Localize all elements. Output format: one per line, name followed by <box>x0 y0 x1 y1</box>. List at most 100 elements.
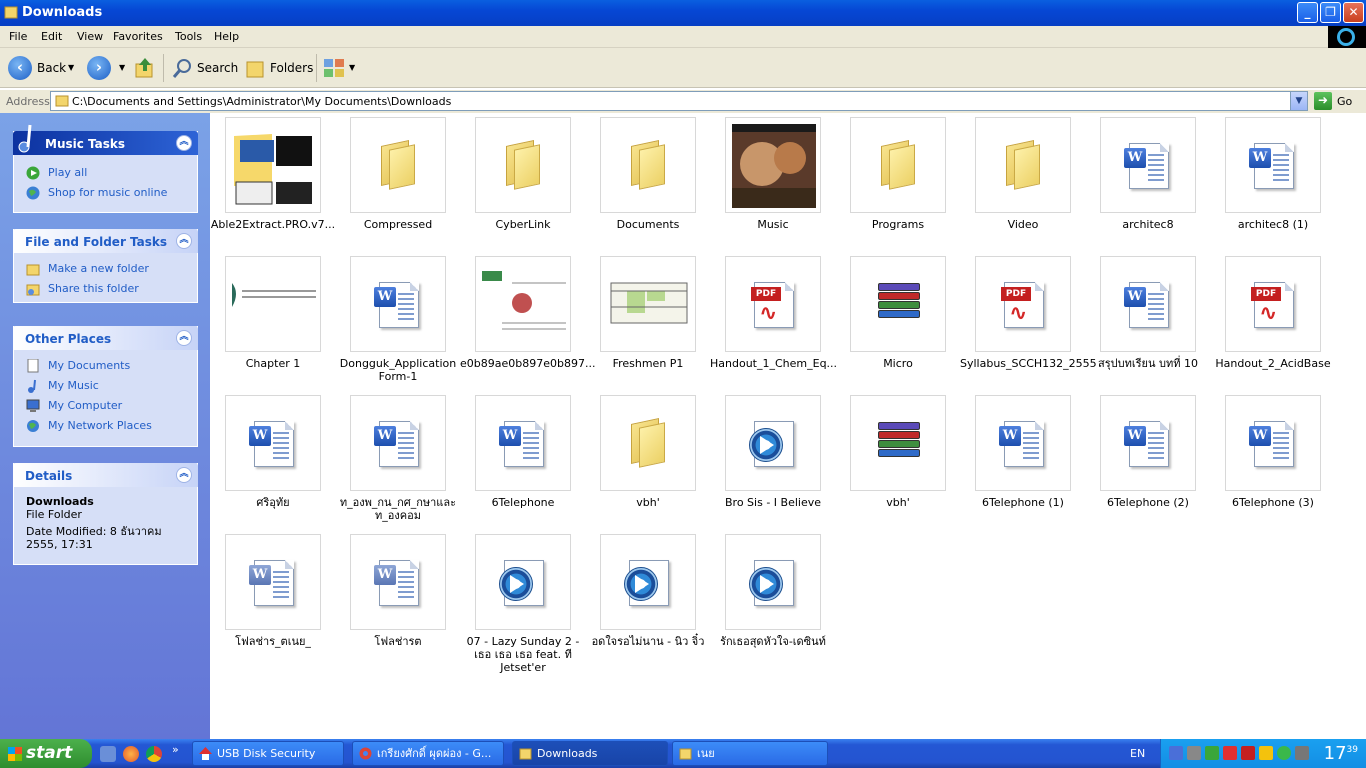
shop-music-online-link[interactable]: Shop for music online <box>14 183 197 203</box>
file-item[interactable]: W Dongguk_Application Form-1 <box>335 252 456 383</box>
file-item[interactable]: Video <box>960 113 1080 243</box>
show-desktop-icon[interactable] <box>100 746 116 762</box>
share-this-folder-link[interactable]: Share this folder <box>14 279 197 299</box>
file-item[interactable]: W 6Telephone (1) <box>960 391 1080 521</box>
file-item[interactable]: W 6Telephone (2) <box>1085 391 1205 521</box>
close-button[interactable]: ✕ <box>1343 2 1364 23</box>
app-tray-icon-2[interactable] <box>1259 746 1273 760</box>
network-tray-icon[interactable] <box>1169 746 1183 760</box>
details-header[interactable]: Details ︽ <box>13 463 198 487</box>
collapse-chevron-icon[interactable]: ︽ <box>176 330 192 346</box>
volume-tray-icon[interactable] <box>1187 746 1201 760</box>
file-item[interactable]: 07 - Lazy Sunday 2 - เธอ เธอ เธอ feat. ท… <box>460 530 580 674</box>
clock[interactable]: 1739 <box>1324 743 1358 764</box>
views-dropdown-icon[interactable]: ▼ <box>349 63 355 72</box>
file-item[interactable]: W ศริอุทัย <box>210 391 330 521</box>
taskbar-button-noey[interactable]: เนย <box>672 741 828 766</box>
display-tray-icon[interactable] <box>1295 746 1309 760</box>
file-item[interactable]: Documents <box>585 113 705 243</box>
back-arrow-icon[interactable]: ‹ <box>8 56 32 80</box>
menu-favorites[interactable]: Favorites <box>113 30 163 43</box>
file-item[interactable]: Micro <box>835 252 955 382</box>
chrome-icon[interactable] <box>146 746 162 762</box>
file-name: e0b89ae0b897e0b897... <box>460 357 596 370</box>
play-all-link[interactable]: Play all <box>14 163 197 183</box>
file-item[interactable]: W โฟลช่าร_ตเนย_ <box>210 530 330 660</box>
file-item[interactable]: PDF ∿ Handout_2_AcidBase <box>1210 252 1331 382</box>
my-music-link[interactable]: My Music <box>14 376 197 396</box>
quicklaunch-more-icon[interactable]: » <box>172 743 179 756</box>
address-input[interactable]: C:\Documents and Settings\Administrator\… <box>50 91 1308 111</box>
file-item[interactable]: PDF ∿ Handout_1_Chem_Eq... <box>710 252 837 382</box>
collapse-chevron-icon[interactable]: ︽ <box>176 135 192 151</box>
file-item[interactable]: vbh' <box>835 391 955 521</box>
file-name: ท_องพ_กน_กศ_กษาและท_องคอม <box>339 496 457 522</box>
file-item[interactable]: รักเธอสุดหัวใจ-เดซินท์ <box>710 530 830 660</box>
forward-dropdown-icon[interactable]: ▼ <box>119 63 125 72</box>
minimize-button[interactable]: _ <box>1297 2 1318 23</box>
language-indicator[interactable]: EN <box>1130 747 1145 760</box>
go-arrow-icon[interactable]: ➜ <box>1314 92 1332 110</box>
file-item[interactable]: Warchitec8 (1) <box>1210 113 1330 243</box>
folders-icon[interactable] <box>245 57 267 79</box>
menu-help[interactable]: Help <box>214 30 239 43</box>
word-document-icon: W <box>1249 421 1294 467</box>
menu-file[interactable]: File <box>9 30 27 43</box>
search-button[interactable]: Search <box>197 61 238 75</box>
my-documents-link[interactable]: My Documents <box>14 356 197 376</box>
back-button[interactable]: Back <box>37 61 66 75</box>
file-item[interactable]: Bro Sis - I Believe <box>710 391 830 521</box>
file-item[interactable]: Freshmen P1 <box>585 252 705 382</box>
folders-button[interactable]: Folders <box>270 61 313 75</box>
firefox-icon[interactable] <box>123 746 139 762</box>
status-tray-icon[interactable] <box>1277 746 1291 760</box>
file-item[interactable]: W ท_องพ_กน_กศ_กษาและท_องคอม <box>335 391 456 522</box>
app-tray-icon[interactable] <box>1205 746 1219 760</box>
go-button[interactable]: Go <box>1337 95 1352 108</box>
collapse-chevron-icon[interactable]: ︽ <box>176 233 192 249</box>
forward-arrow-icon[interactable]: › <box>87 56 111 80</box>
up-folder-icon[interactable] <box>134 56 156 80</box>
file-item[interactable]: PDF ∿ Syllabus_SCCH132_2555 <box>960 252 1097 382</box>
file-thumbnail <box>225 117 321 213</box>
start-button[interactable]: start <box>0 739 92 768</box>
antivirus-tray-icon[interactable] <box>1241 746 1255 760</box>
file-name: 6Telephone (1) <box>982 496 1064 509</box>
taskbar-button-chrome[interactable]: เกรียงศักดิ์ ผุดผ่อง - G... <box>352 741 504 766</box>
music-tasks-header[interactable]: Music Tasks ︽ <box>13 124 198 155</box>
file-item[interactable]: Music <box>710 113 830 243</box>
search-icon[interactable] <box>172 57 194 79</box>
windows-logo <box>1328 26 1366 48</box>
file-item[interactable]: Chapter 1 <box>210 252 330 382</box>
my-network-places-link[interactable]: My Network Places <box>14 416 197 436</box>
file-thumbnail <box>850 395 946 491</box>
file-item[interactable]: Able2Extract.PRO.v7... <box>210 113 335 243</box>
taskbar-button-downloads[interactable]: Downloads <box>512 741 668 766</box>
collapse-chevron-icon[interactable]: ︽ <box>176 467 192 483</box>
menu-edit[interactable]: Edit <box>41 30 62 43</box>
my-computer-link[interactable]: My Computer <box>14 396 197 416</box>
address-dropdown-icon[interactable]: ▼ <box>1290 92 1307 110</box>
menu-view[interactable]: View <box>77 30 103 43</box>
file-item[interactable]: Programs <box>835 113 955 243</box>
file-item[interactable]: อดใจรอไม่นาน - นิว จิ๋ว <box>585 530 705 660</box>
file-item[interactable]: Compressed <box>335 113 455 243</box>
file-item[interactable]: Warchitec8 <box>1085 113 1205 243</box>
other-places-header[interactable]: Other Places ︽ <box>13 326 198 350</box>
file-item[interactable]: W 6Telephone (3) <box>1210 391 1330 521</box>
back-dropdown-icon[interactable]: ▼ <box>68 63 74 72</box>
window-titlebar[interactable]: Downloads _ ❐ ✕ <box>0 0 1366 26</box>
menu-tools[interactable]: Tools <box>175 30 202 43</box>
taskbar-button-usb-disk-security[interactable]: USB Disk Security <box>192 741 344 766</box>
maximize-button[interactable]: ❐ <box>1320 2 1341 23</box>
file-folder-tasks-header[interactable]: File and Folder Tasks ︽ <box>13 229 198 253</box>
file-item[interactable]: W สรุปบทเรียน บทที่ 10 <box>1085 252 1205 382</box>
file-item[interactable]: W โฟลช่ารต <box>335 530 455 660</box>
file-item[interactable]: e0b89ae0b897e0b897... <box>460 252 595 382</box>
views-icon[interactable] <box>323 57 347 79</box>
file-item[interactable]: W 6Telephone <box>460 391 580 521</box>
file-item[interactable]: vbh' <box>585 391 705 521</box>
make-new-folder-link[interactable]: Make a new folder <box>14 259 197 279</box>
usb-security-tray-icon[interactable] <box>1223 746 1237 760</box>
file-item[interactable]: CyberLink <box>460 113 580 243</box>
